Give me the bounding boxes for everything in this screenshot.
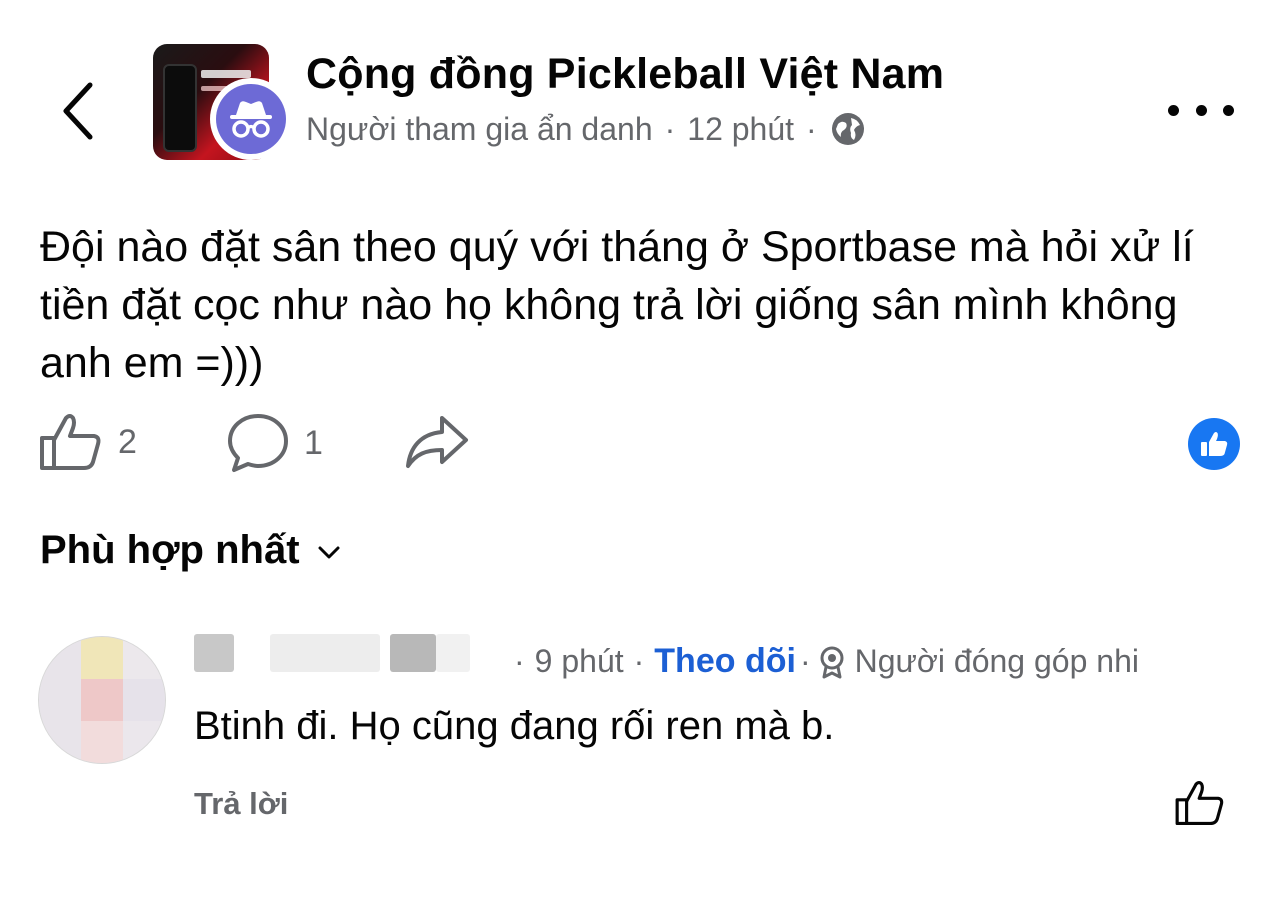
thumbs-up-icon [1201, 432, 1228, 456]
like-reaction-icon[interactable] [1188, 418, 1240, 470]
share-arrow-icon [406, 416, 468, 468]
thumbs-up-icon [40, 414, 101, 470]
reply-button[interactable]: Trả lời [194, 786, 288, 822]
comment-meta: · 9 phút · Theo dõi · Người đóng góp nhi [514, 642, 1139, 681]
comment-count: 1 [304, 423, 323, 462]
post-meta: Người tham gia ẩn danh · 12 phút · [306, 110, 867, 148]
commenter-avatar[interactable] [38, 636, 166, 764]
back-button[interactable] [52, 74, 102, 148]
post-time[interactable]: 12 phút [687, 111, 794, 148]
comment-bubble-icon [228, 414, 288, 472]
comment-text: Btinh đi. Họ cũng đang rối ren mà b. [194, 704, 835, 748]
chevron-down-icon [318, 546, 340, 558]
more-dot [1223, 104, 1234, 116]
share-button[interactable] [404, 414, 470, 470]
contributor-badge-label: Người đóng góp nhi [854, 643, 1139, 679]
globe-icon [831, 113, 864, 145]
chevron-left-icon [63, 82, 93, 140]
like-count: 2 [118, 422, 137, 461]
author-name[interactable]: Người tham gia ẩn danh [306, 111, 653, 148]
more-dot [1195, 104, 1207, 116]
more-dot [1168, 104, 1179, 116]
meta-separator: · [664, 110, 676, 147]
meta-separator: · [806, 110, 817, 147]
thumbs-up-icon [1175, 780, 1224, 826]
group-name[interactable]: Cộng đồng Pickleball Việt Nam [306, 50, 944, 99]
anonymous-avatar [210, 78, 292, 160]
contributor-badge-icon [817, 645, 847, 679]
meta-separator: · [799, 643, 811, 679]
like-button[interactable]: 2 [38, 412, 137, 472]
comment-sort-dropdown[interactable]: Phù hợp nhất [40, 528, 340, 573]
comment-time[interactable]: 9 phút [535, 643, 624, 680]
meta-separator: · [633, 643, 645, 679]
follow-button[interactable]: Theo dõi [654, 642, 796, 681]
comment-like-button[interactable] [1172, 776, 1228, 830]
commenter-name-redacted[interactable] [194, 632, 510, 674]
sort-label: Phù hợp nhất [40, 528, 300, 572]
post-text: Đội nào đặt sân theo quý với tháng ở Spo… [40, 223, 1194, 387]
comment-button[interactable]: 1 [226, 412, 323, 474]
incognito-icon [230, 101, 272, 138]
more-options-button[interactable] [1168, 92, 1234, 128]
meta-separator: · [514, 643, 525, 679]
